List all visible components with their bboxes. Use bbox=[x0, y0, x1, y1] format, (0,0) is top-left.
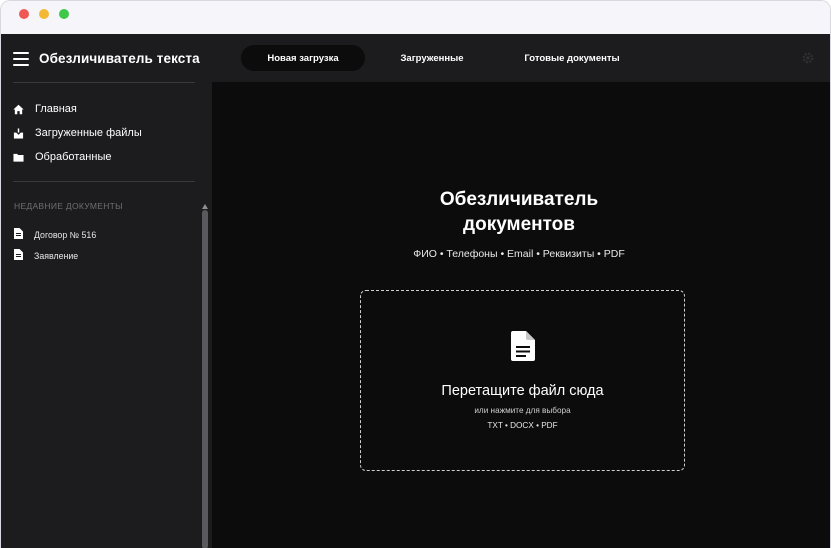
sidebar-divider bbox=[13, 82, 195, 83]
file-dropzone[interactable]: Перетащите файл сюда или нажмите для выб… bbox=[360, 290, 685, 471]
page-title: Обезличиватель документов bbox=[212, 187, 826, 237]
dropzone-title: Перетащите файл сюда bbox=[441, 383, 604, 399]
sidebar-item-uploaded-files[interactable]: Загруженные файлы bbox=[13, 124, 142, 142]
file-document-icon bbox=[511, 331, 535, 361]
folder-icon bbox=[13, 152, 24, 163]
tab-uploaded[interactable]: Загруженные bbox=[387, 45, 477, 71]
window-close-button[interactable] bbox=[19, 9, 29, 19]
home-icon bbox=[13, 104, 24, 115]
sidebar-item-label: Загруженные файлы bbox=[35, 127, 142, 139]
download-box-icon bbox=[13, 127, 24, 139]
document-icon bbox=[14, 226, 23, 244]
dropzone-formats: TXT • DOCX • PDF bbox=[487, 421, 558, 430]
top-tab-bar: Новая загрузка Загруженные Готовые докум… bbox=[212, 34, 830, 82]
tab-ready-documents[interactable]: Готовые документы bbox=[512, 45, 632, 71]
scrollbar-thumb[interactable] bbox=[202, 210, 208, 548]
window-minimize-button[interactable] bbox=[39, 9, 49, 19]
sidebar-item-label: Обработанные bbox=[35, 151, 112, 163]
page-title-line: Обезличиватель bbox=[439, 189, 599, 210]
window-titlebar bbox=[1, 1, 830, 34]
recent-document-item[interactable]: Заявление bbox=[14, 249, 78, 263]
sidebar-item-home[interactable]: Главная bbox=[13, 100, 77, 118]
sidebar-item-label: Главная bbox=[35, 103, 77, 115]
sidebar: Обезличиватель текста Главная Загруженны… bbox=[1, 34, 212, 548]
tab-new-upload[interactable]: Новая загрузка bbox=[241, 45, 365, 71]
recent-document-label: Договор № 516 bbox=[34, 230, 97, 240]
menu-icon[interactable] bbox=[13, 52, 29, 66]
page-title-line: документов bbox=[463, 214, 575, 235]
document-icon bbox=[14, 247, 23, 265]
sidebar-scrollbar[interactable] bbox=[202, 204, 208, 548]
recent-document-item[interactable]: Договор № 516 bbox=[14, 228, 96, 242]
scroll-up-icon[interactable] bbox=[202, 204, 208, 209]
sidebar-item-processed[interactable]: Обработанные bbox=[13, 148, 111, 166]
dropzone-hint: или нажмите для выбора bbox=[474, 406, 571, 415]
app-window: Обезличиватель текста Главная Загруженны… bbox=[0, 0, 831, 548]
recent-documents-heading: НЕДАВНИЕ ДОКУМЕНТЫ bbox=[14, 201, 124, 211]
sidebar-divider bbox=[13, 181, 195, 182]
main-content: Обезличиватель документов ФИО • Телефоны… bbox=[212, 82, 830, 548]
gear-icon[interactable] bbox=[801, 51, 815, 65]
window-maximize-button[interactable] bbox=[59, 9, 69, 19]
page-subtitle: ФИО • Телефоны • Email • Реквизиты • PDF bbox=[413, 248, 625, 260]
app-title: Обезличиватель текста bbox=[39, 51, 200, 66]
recent-document-label: Заявление bbox=[34, 251, 79, 261]
